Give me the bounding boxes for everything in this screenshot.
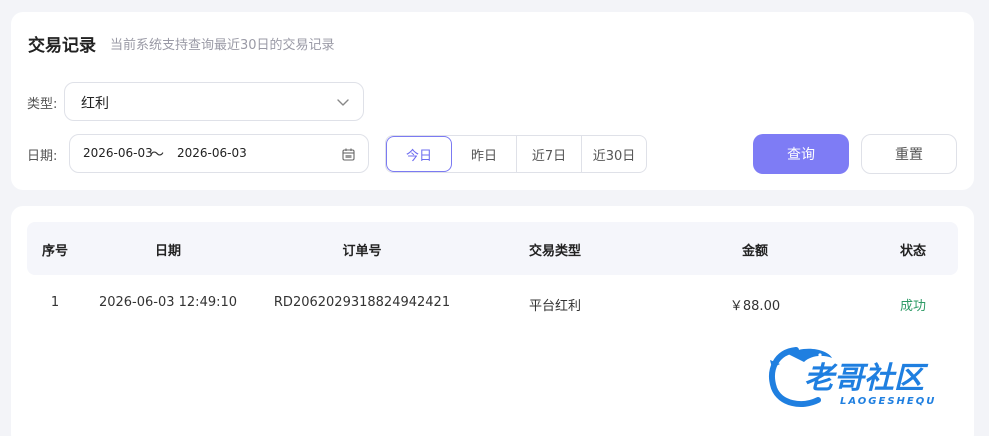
date-range-picker[interactable]: 2026-06-03 ～ 2026-06-03 (69, 134, 369, 173)
type-label: 类型: (27, 97, 58, 112)
cell-type: 平台红利 (528, 299, 582, 314)
column-header-order: 订单号 (342, 244, 382, 259)
type-select[interactable]: 红利 (64, 82, 364, 121)
column-header-index: 序号 (41, 244, 69, 259)
column-header-amount: 金额 (741, 244, 769, 259)
watermark-subtext: LAOGESHEQU (840, 396, 936, 407)
table-row[interactable]: 1 2026-06-03 12:49:10 RD2062029318824942… (27, 275, 958, 331)
date-end[interactable]: 2026-06-03 (177, 146, 247, 160)
date-separator: ～ (150, 147, 164, 163)
type-select-value: 红利 (81, 96, 109, 112)
query-button[interactable]: 查询 (753, 134, 849, 174)
reset-button[interactable]: 重置 (861, 134, 957, 174)
table-header: 序号 日期 订单号 交易类型 金额 状态 (27, 222, 958, 275)
filter-panel: 交易记录 当前系统支持查询最近30日的交易记录 类型: 红利 日期: 2026-… (11, 12, 974, 190)
column-header-date: 日期 (154, 244, 182, 259)
column-header-type: 交易类型 (528, 244, 582, 259)
date-label: 日期: (27, 149, 58, 164)
cell-amount: ￥88.00 (729, 299, 781, 314)
cell-date: 2026-06-03 12:49:10 (98, 295, 238, 310)
quick-range-today[interactable]: 今日 (386, 136, 452, 172)
page-subtitle: 当前系统支持查询最近30日的交易记录 (110, 38, 335, 53)
quick-range-7days[interactable]: 近7日 (517, 136, 582, 172)
cell-index: 1 (50, 295, 60, 310)
page-title: 交易记录 (28, 36, 96, 56)
calendar-icon (342, 148, 355, 161)
quick-range-yesterday[interactable]: 昨日 (452, 136, 517, 172)
date-start[interactable]: 2026-06-03 (83, 146, 153, 160)
quick-range-30days[interactable]: 近30日 (582, 136, 646, 172)
watermark-text: 老哥社区 (804, 361, 929, 396)
quick-range-group: 今日 昨日 近7日 近30日 (385, 135, 647, 173)
watermark-logo: 老哥社区 LAOGESHEQU (769, 347, 936, 407)
cell-status: 成功 (899, 299, 927, 314)
column-header-status: 状态 (899, 244, 927, 259)
chevron-down-icon (337, 99, 349, 106)
cell-order-number: RD206202931882494242​1 (273, 295, 451, 310)
